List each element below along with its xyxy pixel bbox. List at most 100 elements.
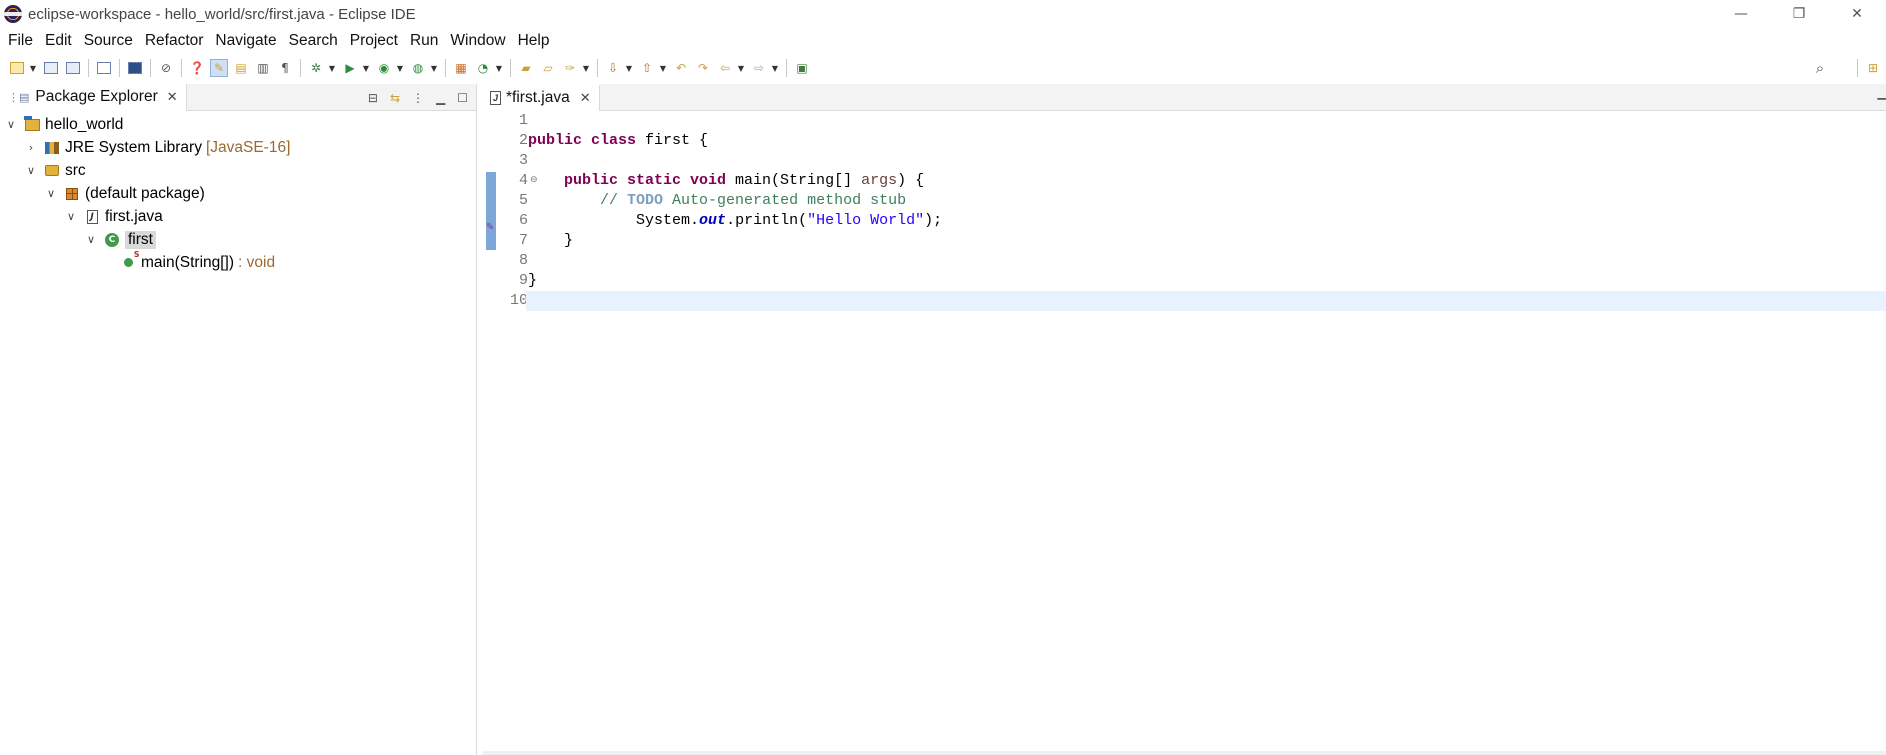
new-icon[interactable] bbox=[8, 59, 26, 77]
run-dropdown-icon[interactable]: ▼ bbox=[361, 59, 371, 77]
chevron-down-icon[interactable]: ∨ bbox=[24, 164, 38, 177]
search-tool-icon[interactable]: ✑ bbox=[561, 59, 579, 77]
previous-annotation-icon[interactable]: ⇧ bbox=[638, 59, 656, 77]
maximize-view-icon[interactable]: ☐ bbox=[457, 91, 468, 105]
terminal-icon[interactable] bbox=[126, 59, 144, 77]
package-explorer-tools: ⊟ ⇆ ⋮ ▁ ☐ bbox=[368, 84, 468, 111]
chevron-right-icon[interactable]: › bbox=[24, 141, 38, 154]
close-icon[interactable]: ✕ bbox=[167, 90, 178, 105]
tab-package-explorer[interactable]: ⋮▤ Package Explorer ✕ bbox=[0, 83, 187, 111]
save-icon[interactable] bbox=[42, 59, 60, 77]
tree-item-class[interactable]: ∨ C first bbox=[0, 228, 476, 251]
tree-item-default-package[interactable]: ∨ (default package) bbox=[0, 182, 476, 205]
menu-run[interactable]: Run bbox=[406, 32, 442, 50]
code-area[interactable]: ✎ 1 2 3 4 ⊖ 5 6 7 8 9 10 public class fi… bbox=[482, 111, 1886, 755]
pin-editor-icon[interactable]: ▣ bbox=[793, 59, 811, 77]
new-dropdown-icon[interactable]: ▼ bbox=[28, 59, 38, 77]
code-text-span: .println( bbox=[726, 212, 808, 229]
block-selection-icon[interactable]: ▤ bbox=[232, 59, 250, 77]
collapse-all-icon[interactable]: ⊟ bbox=[368, 91, 378, 105]
open-type-icon[interactable]: ❓ bbox=[188, 59, 206, 77]
menu-source[interactable]: Source bbox=[80, 32, 137, 50]
close-icon[interactable]: ✕ bbox=[580, 91, 591, 106]
tree-item-java-file[interactable]: ∨ J first.java bbox=[0, 205, 476, 228]
menu-bar: File Edit Source Refactor Navigate Searc… bbox=[0, 28, 1886, 54]
menu-file[interactable]: File bbox=[4, 32, 37, 50]
toolbar-separator bbox=[150, 59, 151, 77]
menu-help[interactable]: Help bbox=[514, 32, 554, 50]
restore-button[interactable]: ❐ bbox=[1770, 0, 1828, 28]
back-icon[interactable]: ⇦ bbox=[716, 59, 734, 77]
coverage-icon[interactable]: ◉ bbox=[375, 59, 393, 77]
next-annotation-icon[interactable]: ⇩ bbox=[604, 59, 622, 77]
current-line-highlight[interactable] bbox=[526, 291, 1886, 311]
chevron-down-icon[interactable]: ∨ bbox=[64, 210, 78, 223]
chevron-down-icon[interactable]: ∨ bbox=[4, 118, 18, 131]
minimize-button[interactable]: — bbox=[1712, 0, 1770, 28]
horizontal-scrollbar[interactable] bbox=[482, 751, 1886, 755]
tree-item-method[interactable]: main(String[]) : void bbox=[0, 250, 476, 274]
java-file-icon: J bbox=[490, 91, 501, 105]
static-field: out bbox=[699, 212, 727, 229]
menu-window[interactable]: Window bbox=[446, 32, 509, 50]
new-java-class-icon[interactable]: ◔ bbox=[474, 59, 492, 77]
run-icon[interactable]: ▶ bbox=[341, 59, 359, 77]
menu-project[interactable]: Project bbox=[346, 32, 402, 50]
debug-icon[interactable]: ✲ bbox=[307, 59, 325, 77]
code-line[interactable]: // TODO Auto-generated method stub bbox=[526, 191, 1886, 211]
tree-item-jre-library[interactable]: › JRE System Library [JavaSE-16] bbox=[0, 136, 476, 159]
show-whitespace-icon[interactable]: ¶ bbox=[276, 59, 294, 77]
forward-edit-icon[interactable]: ↷ bbox=[694, 59, 712, 77]
coverage-dropdown-icon[interactable]: ▼ bbox=[395, 59, 405, 77]
search-icon[interactable]: ⌕ bbox=[1811, 59, 1829, 77]
mark-occurrences-icon[interactable]: ✎ bbox=[210, 59, 228, 77]
editor-tab-label: *first.java bbox=[506, 89, 570, 106]
last-edit-location-icon[interactable]: ↶ bbox=[672, 59, 690, 77]
keyword: public static void bbox=[564, 172, 727, 189]
tree-item-src[interactable]: ∨ src bbox=[0, 159, 476, 182]
next-annotation-dropdown-icon[interactable]: ▼ bbox=[624, 59, 634, 77]
tree-item-project[interactable]: ∨ hello_world bbox=[0, 113, 476, 136]
chevron-down-icon[interactable]: ∨ bbox=[84, 233, 98, 246]
toolbar-separator bbox=[88, 59, 89, 77]
code-line[interactable]: } bbox=[526, 271, 1886, 291]
close-window-button[interactable]: ✕ bbox=[1828, 0, 1886, 28]
code-line[interactable]: public static void main(String[] args) { bbox=[526, 171, 1886, 191]
code-line[interactable]: public class first { bbox=[526, 131, 1886, 151]
open-folder-icon[interactable]: ▰ bbox=[517, 59, 535, 77]
window-title: eclipse-workspace - hello_world/src/firs… bbox=[28, 5, 416, 23]
public-static-method-icon bbox=[120, 250, 140, 271]
forward-dropdown-icon[interactable]: ▼ bbox=[770, 59, 780, 77]
tab-first-java[interactable]: J *first.java ✕ bbox=[482, 83, 600, 111]
skip-breakpoints-icon[interactable]: ⊘ bbox=[157, 59, 175, 77]
open-perspective-icon[interactable]: ⊞ bbox=[1864, 59, 1882, 77]
code-line[interactable]: System.out.println("Hello World"); bbox=[526, 211, 1886, 231]
build-icon[interactable] bbox=[95, 59, 113, 77]
task-marker-icon[interactable]: ✎ bbox=[486, 222, 494, 233]
todo-tag: TODO bbox=[627, 192, 664, 209]
link-with-editor-icon[interactable]: ⇆ bbox=[390, 91, 400, 105]
code-line[interactable]: } bbox=[526, 231, 1886, 251]
back-dropdown-icon[interactable]: ▼ bbox=[736, 59, 746, 77]
menu-search[interactable]: Search bbox=[285, 32, 342, 50]
word-wrap-icon[interactable]: ▥ bbox=[254, 59, 272, 77]
line-number: 1 bbox=[518, 112, 528, 129]
external-tools-icon[interactable]: ◍ bbox=[409, 59, 427, 77]
new-java-package-icon[interactable]: ▦ bbox=[452, 59, 470, 77]
previous-annotation-dropdown-icon[interactable]: ▼ bbox=[658, 59, 668, 77]
forward-icon[interactable]: ⇨ bbox=[750, 59, 768, 77]
menu-refactor[interactable]: Refactor bbox=[141, 32, 208, 50]
minimize-view-icon[interactable]: ▁ bbox=[436, 91, 445, 105]
debug-dropdown-icon[interactable]: ▼ bbox=[327, 59, 337, 77]
open-task-icon[interactable]: ▱ bbox=[539, 59, 557, 77]
search-tool-dropdown-icon[interactable]: ▼ bbox=[581, 59, 591, 77]
menu-navigate[interactable]: Navigate bbox=[211, 32, 280, 50]
chevron-down-icon[interactable]: ∨ bbox=[44, 187, 58, 200]
maximize-view-icon[interactable]: ▁ bbox=[1878, 87, 1886, 100]
view-menu-icon[interactable]: ⋮ bbox=[412, 91, 424, 105]
java-file-icon: J bbox=[84, 209, 100, 225]
external-tools-dropdown-icon[interactable]: ▼ bbox=[429, 59, 439, 77]
menu-edit[interactable]: Edit bbox=[41, 32, 76, 50]
new-class-dropdown-icon[interactable]: ▼ bbox=[494, 59, 504, 77]
save-all-icon[interactable] bbox=[64, 59, 82, 77]
